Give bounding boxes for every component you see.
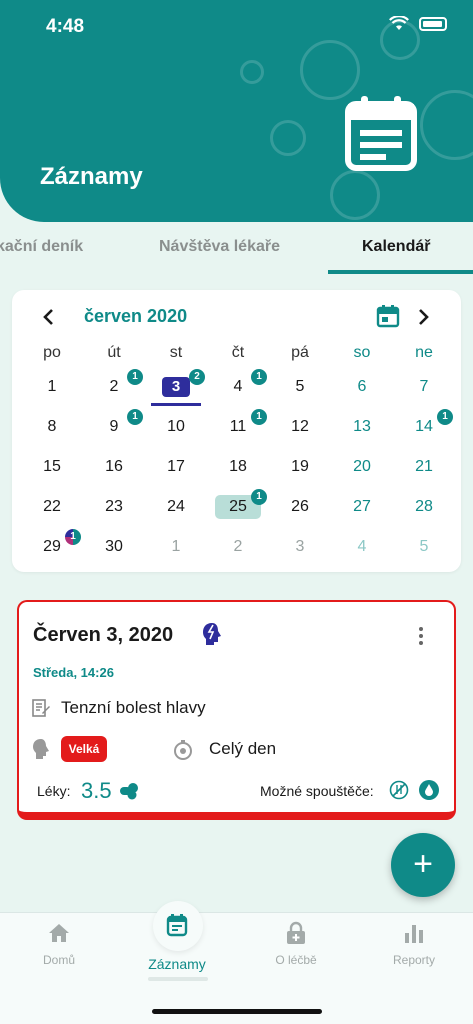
weekday-label: pá [291, 344, 309, 361]
lock-plus-icon [287, 921, 305, 944]
chevron-left-icon[interactable] [42, 308, 54, 326]
calendar-day[interactable]: 2 [207, 536, 269, 558]
record-count-badge: 1 [65, 529, 81, 545]
status-time: 4:48 [46, 16, 85, 37]
duration-text: Celý den [209, 739, 277, 758]
calendar-day[interactable]: 5 [393, 536, 455, 558]
intensity-badge: Velká [61, 736, 107, 762]
record-card[interactable]: Červen 3, 2020 Středa, 14:26 Tenzní bole… [17, 600, 456, 820]
record-count-badge: 2 [189, 369, 205, 385]
bottom-nav: Domů Záznamy O léčbě Reporty [0, 901, 473, 1024]
nav-treatment-label: O léčbě [275, 953, 317, 967]
calendar-notes-icon [345, 96, 417, 171]
record-count-badge: 1 [251, 369, 267, 385]
page-title: Záznamy [40, 163, 143, 190]
weekday-label: po [43, 344, 61, 361]
calendar-day[interactable]: 24 [145, 496, 207, 518]
meds-label: Léky: [37, 783, 71, 799]
calendar-icon[interactable] [376, 304, 400, 328]
calendar-day[interactable]: 5 [269, 376, 331, 398]
record-datetime: Středa, 14:26 [33, 665, 114, 680]
record-count-badge: 1 [127, 369, 143, 385]
nav-reports-label: Reporty [392, 953, 436, 967]
nav-records-label: Záznamy [148, 956, 206, 972]
battery-icon [419, 16, 447, 31]
calendar-day[interactable]: 16 [83, 456, 145, 478]
calendar-day[interactable]: 1 [21, 376, 83, 398]
calendar-card: červen 2020 po út st čt pá so ne 1 2 1 3 2 4 1 5 6 7 8 9 1 1… [12, 290, 461, 572]
note-edit-icon [32, 699, 50, 717]
meds-value: 3.5 [81, 778, 112, 803]
record-count-badge: 1 [251, 489, 267, 505]
water-drop-icon [419, 780, 439, 800]
calendar-day[interactable]: 20 [331, 456, 393, 478]
headache-head-icon [203, 623, 221, 645]
record-title: Červen 3, 2020 [33, 624, 174, 646]
nav-home-label: Domů [42, 953, 75, 967]
calendar-day[interactable]: 8 [21, 416, 83, 438]
tab-calendar[interactable]: Kalendář [362, 238, 430, 256]
add-record-button[interactable]: + [391, 833, 455, 897]
record-count-badge: 1 [251, 409, 267, 425]
calendar-day[interactable]: 17 [145, 456, 207, 478]
weekday-label: st [169, 344, 183, 361]
bar-chart-icon [405, 925, 423, 943]
stopwatch-icon [174, 740, 192, 760]
calendar-day[interactable]: 13 [331, 416, 393, 438]
calendar-day-today[interactable]: 3 [162, 377, 190, 397]
calendar-day[interactable]: 19 [269, 456, 331, 478]
calendar-day[interactable]: 28 [393, 496, 455, 518]
more-vertical-icon[interactable] [417, 626, 425, 646]
records-icon [166, 914, 188, 937]
calendar-day[interactable]: 1 [145, 536, 207, 558]
header: 4:48 Záznamy [0, 0, 473, 222]
calendar-day[interactable]: 26 [269, 496, 331, 518]
head-profile-icon [33, 739, 49, 759]
chevron-right-icon[interactable] [418, 308, 430, 326]
calendar-day[interactable]: 22 [21, 496, 83, 518]
calendar-day[interactable]: 21 [393, 456, 455, 478]
triggers-label: Možné spouštěče: [260, 783, 374, 799]
calendar-day[interactable]: 7 [393, 376, 455, 398]
calendar-day[interactable]: 27 [331, 496, 393, 518]
calendar-day[interactable]: 3 [269, 536, 331, 558]
tab-diary[interactable]: kační deník [0, 238, 83, 256]
calendar-day[interactable]: 10 [145, 416, 207, 438]
month-label: červen 2020 [84, 306, 188, 326]
record-count-badge: 1 [437, 409, 453, 425]
calendar-day[interactable]: 6 [331, 376, 393, 398]
tab-doctor-visit[interactable]: Návštěva lékaře [159, 238, 280, 256]
weekday-label: čt [231, 344, 245, 361]
calendar-day[interactable]: 18 [207, 456, 269, 478]
calendar-day[interactable]: 15 [21, 456, 83, 478]
weekday-label: ne [415, 344, 433, 361]
calendar-day[interactable]: 30 [83, 536, 145, 558]
weekday-label: so [353, 344, 371, 361]
no-food-icon [389, 780, 409, 800]
tab-bar: kační deník Návštěva lékaře Kalendář [0, 228, 473, 276]
wifi-icon [389, 16, 409, 30]
pills-icon [120, 783, 138, 800]
home-indicator[interactable] [152, 1009, 322, 1014]
weekday-label: út [107, 344, 121, 361]
home-icon [49, 924, 69, 942]
status-icons [389, 16, 447, 31]
today-underline [151, 403, 201, 406]
calendar-day[interactable]: 23 [83, 496, 145, 518]
active-tab-indicator [328, 270, 473, 274]
record-count-badge: 1 [127, 409, 143, 425]
nav-shadow [148, 977, 208, 981]
calendar-day[interactable]: 12 [269, 416, 331, 438]
diagnosis-text: Tenzní bolest hlavy [61, 698, 206, 717]
calendar-day[interactable]: 4 [331, 536, 393, 558]
